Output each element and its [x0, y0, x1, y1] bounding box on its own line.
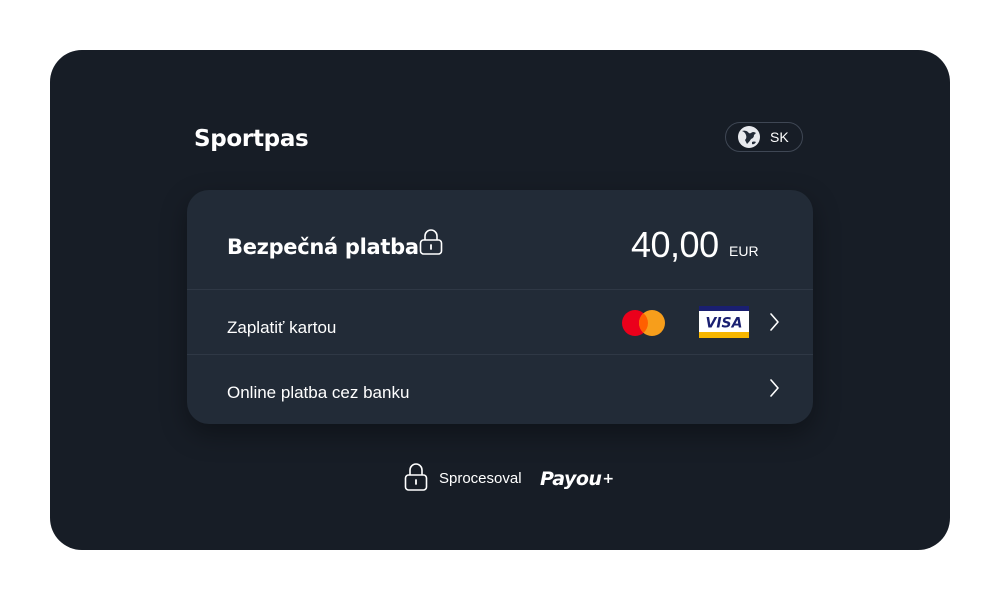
- online-bank-payment-option[interactable]: Online platba cez banku: [187, 355, 813, 419]
- globe-icon: [738, 126, 760, 148]
- payment-currency: EUR: [729, 243, 759, 259]
- merchant-name: Sportpas: [194, 126, 309, 152]
- processed-by-label: Sprocesoval: [439, 470, 522, 487]
- mastercard-logo: [622, 310, 665, 336]
- visa-wordmark: VISA: [706, 316, 743, 332]
- secure-payment-title: Bezpečná platba: [227, 235, 419, 259]
- pay-by-card-label: Zaplatiť kartou: [227, 318, 337, 337]
- visa-logo: VISA: [699, 306, 749, 338]
- online-bank-payment-label: Online platba cez banku: [227, 383, 410, 402]
- language-selector-button[interactable]: SK: [725, 122, 803, 152]
- lock-icon: [419, 229, 443, 255]
- lock-icon: [404, 463, 428, 491]
- chevron-right-icon: [770, 379, 779, 397]
- language-code: SK: [770, 129, 789, 145]
- payout-logo: Payou+: [540, 468, 614, 490]
- payout-logo-plus: +: [602, 471, 614, 487]
- payment-amount: 40,00: [631, 224, 719, 265]
- pay-by-card-option[interactable]: Zaplatiť kartou VISA: [187, 290, 813, 354]
- chevron-right-icon: [770, 313, 779, 331]
- payout-logo-text: Payou: [540, 468, 602, 490]
- payment-card: Bezpečná platba 40,00 EUR Zaplatiť karto…: [187, 190, 813, 424]
- payment-header: Bezpečná platba 40,00 EUR: [187, 190, 813, 289]
